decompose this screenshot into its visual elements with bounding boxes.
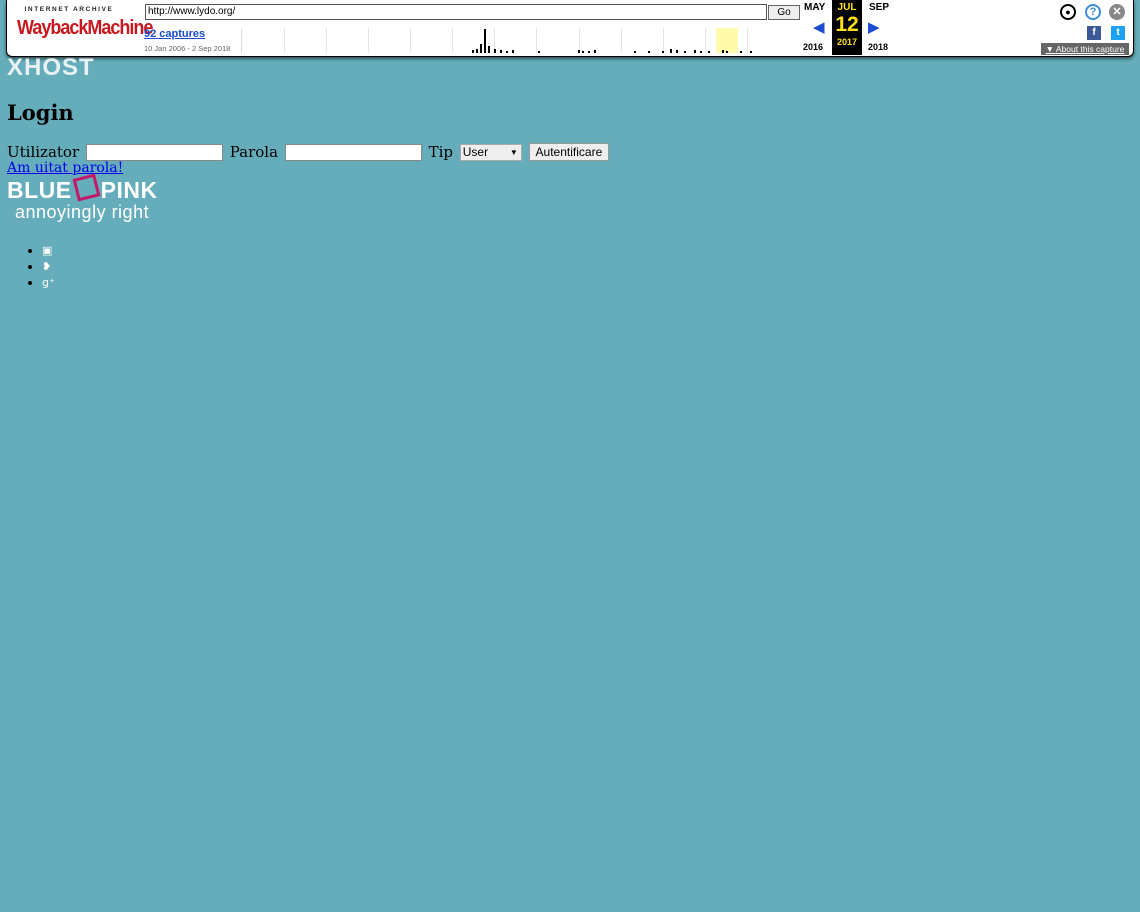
brand-right: PINK — [100, 177, 158, 203]
type-select[interactable]: User ▼ — [459, 143, 522, 161]
help-icon[interactable]: ? — [1085, 4, 1101, 20]
capture-bar — [694, 50, 696, 53]
capture-bar — [494, 49, 496, 53]
wayback-url-input[interactable]: http://www.lydo.org/ — [145, 4, 767, 20]
capture-bar — [708, 51, 710, 53]
social-links: ▣ ❥ g⁺ — [24, 242, 55, 290]
brand-tagline: annoyingly right — [15, 202, 150, 222]
login-button[interactable]: Autentificare — [528, 143, 610, 161]
capture-bar — [670, 49, 672, 53]
username-label: Utilizator — [7, 143, 80, 161]
capture-bar — [594, 50, 596, 53]
capture-bar — [722, 50, 724, 53]
password-label: Parola — [229, 143, 279, 161]
xhost-logo: XHOST — [7, 55, 95, 81]
capture-bar — [476, 49, 478, 53]
wayback-logo-main: WaybackMachine — [17, 13, 153, 41]
brand-left: BLUE — [7, 177, 72, 203]
capture-bar — [726, 51, 728, 53]
capture-bar — [588, 51, 590, 53]
list-item: ❥ — [42, 258, 55, 274]
capture-bar — [488, 46, 490, 53]
forgot-password-link[interactable]: Am uitat parola! — [7, 160, 123, 176]
page-title: Login — [7, 100, 74, 125]
wayback-logo-top: INTERNET ARCHIVE — [24, 6, 114, 13]
username-input[interactable] — [85, 143, 223, 161]
capture-bar — [700, 51, 702, 53]
capture-bar — [512, 50, 514, 53]
captures-link[interactable]: 92 captures — [144, 28, 205, 40]
capture-bar — [480, 44, 482, 53]
type-label: Tip — [428, 143, 453, 161]
capture-bar — [578, 50, 580, 53]
year-divider — [705, 28, 706, 53]
year-divider — [621, 28, 622, 53]
list-item: ▣ — [42, 242, 55, 258]
year-divider — [452, 28, 453, 53]
list-item: g⁺ — [42, 274, 55, 290]
year-divider — [747, 28, 748, 53]
capture-bar — [582, 51, 584, 53]
capture-bar — [648, 51, 650, 53]
broken-image-icon[interactable]: ▣ — [42, 244, 52, 257]
twitter-icon[interactable]: t — [1111, 26, 1125, 40]
bluepink-logo[interactable]: BLUE PINK annoyingly right — [7, 173, 158, 223]
year-divider — [326, 28, 327, 53]
current-year-highlight — [716, 28, 738, 53]
capture-bar — [634, 51, 636, 53]
year-divider — [663, 28, 664, 53]
capture-bar — [538, 51, 540, 53]
chevron-down-icon: ▼ — [509, 147, 518, 157]
capture-sparkline[interactable] — [241, 28, 800, 53]
year-divider — [368, 28, 369, 53]
capture-bar — [662, 51, 664, 53]
user-icon[interactable]: ● — [1060, 4, 1076, 20]
current-month: JUL — [837, 2, 857, 13]
capture-bar — [676, 50, 678, 53]
facebook-icon[interactable]: f — [1087, 26, 1101, 40]
wayback-logo[interactable]: INTERNET ARCHIVE WaybackMachine — [17, 6, 153, 44]
go-button[interactable]: Go — [768, 5, 800, 20]
capture-bar — [740, 51, 742, 53]
wayback-toolbar: INTERNET ARCHIVE WaybackMachine http://w… — [6, 0, 1134, 57]
twitter-icon[interactable]: ❥ — [42, 260, 51, 273]
about-capture-label: About this capture — [1055, 44, 1125, 54]
next-year-link[interactable]: 2018 — [868, 42, 888, 52]
capture-bar — [750, 51, 752, 53]
close-icon[interactable]: ✕ — [1109, 4, 1125, 20]
capture-bar — [684, 51, 686, 53]
capture-bar — [500, 50, 502, 53]
current-day: 12 — [835, 13, 859, 36]
prev-month-link[interactable]: MAY — [804, 2, 825, 13]
brand-square-icon — [72, 173, 101, 202]
current-year: 2017 — [836, 37, 858, 47]
password-input[interactable] — [284, 143, 422, 161]
current-capture-date: JUL 12 2017 — [832, 0, 862, 55]
capture-bar — [484, 29, 486, 53]
year-divider — [284, 28, 285, 53]
next-month-link[interactable]: SEP — [869, 2, 889, 13]
next-capture-arrow-icon[interactable]: ▶ — [868, 18, 880, 36]
capture-bar — [506, 51, 508, 53]
capture-bar — [472, 50, 474, 53]
capture-date-range: 10 Jan 2006 - 2 Sep 2018 — [144, 44, 231, 53]
xhost-logo-text: XHOST — [7, 55, 95, 81]
type-select-value: User — [462, 144, 489, 159]
google-plus-icon[interactable]: g⁺ — [42, 276, 55, 289]
prev-year-link[interactable]: 2016 — [803, 42, 823, 52]
year-divider — [536, 28, 537, 53]
about-capture-link[interactable]: ▼ About this capture — [1041, 43, 1129, 55]
login-form: Utilizator Parola Tip User ▼ Autentificar… — [7, 142, 610, 161]
prev-capture-arrow-icon[interactable]: ◀ — [813, 18, 825, 36]
year-divider — [410, 28, 411, 53]
